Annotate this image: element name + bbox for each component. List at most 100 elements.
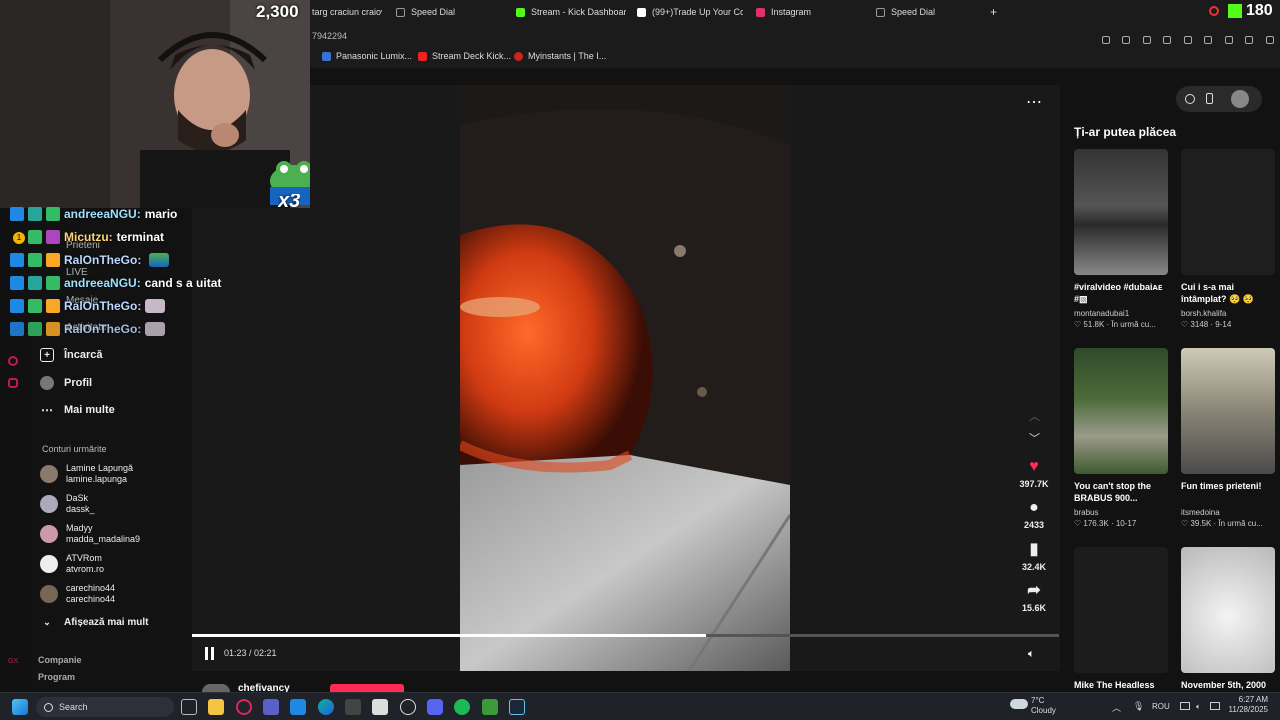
chevron-up-icon[interactable]: ︿	[1112, 701, 1121, 714]
recommended-video[interactable]: November 5th, 2000	[1181, 547, 1275, 691]
browser-tab[interactable]: targ craciun craiov	[312, 0, 382, 24]
recommended-video[interactable]: Fun times prieteni! itsmedoina ♡ 39.5K ·…	[1181, 348, 1275, 528]
badge-icon	[46, 207, 60, 221]
tab-label: Speed Dial	[411, 7, 456, 17]
company-link[interactable]: Companie	[38, 655, 82, 665]
menu-icon[interactable]	[1265, 36, 1274, 44]
followed-account[interactable]: carechino44 carechino44	[40, 583, 115, 605]
edge-icon[interactable]	[318, 699, 334, 715]
bookmark[interactable]: Stream Deck Kick...	[418, 51, 511, 61]
clock-time[interactable]: 6:27 AM	[1228, 695, 1268, 705]
xbox-icon[interactable]	[482, 699, 498, 715]
address-bar[interactable]: 7942294	[312, 31, 347, 41]
weather-temp[interactable]: 7°C	[1031, 696, 1044, 706]
steam-icon[interactable]	[509, 699, 525, 715]
settings-icon[interactable]	[345, 699, 361, 715]
opera-gx-icon[interactable]	[236, 699, 252, 715]
translate-icon[interactable]	[1163, 36, 1172, 44]
outlook-icon[interactable]	[290, 699, 306, 715]
recommended-video[interactable]: Cui i s-a mai întâmplat? 🥺 🥺 borsh.khali…	[1181, 149, 1275, 329]
tab-label: Instagram	[771, 7, 812, 17]
monitor-icon[interactable]	[1180, 702, 1190, 710]
tab-label: (99+)Trade Up Your Cov	[652, 7, 743, 17]
save-button[interactable]: ▮ 32.4K	[1016, 542, 1052, 573]
browser-tab[interactable]: (99+)Trade Up Your Cov	[637, 0, 743, 24]
windows-start-icon[interactable]	[12, 699, 28, 715]
chevron-down-icon[interactable]: ﹀	[1029, 430, 1040, 446]
viewer-count: 2,300	[256, 2, 299, 21]
chat-username: RalOnTheGo:	[64, 299, 142, 313]
task-view-icon[interactable]	[181, 699, 197, 715]
pin-icon[interactable]	[1102, 36, 1110, 44]
browser-tab[interactable]: Speed Dial	[396, 0, 496, 24]
followed-account[interactable]: Madyy madda_madalina9	[40, 523, 140, 545]
more-button[interactable]: ⋯ Mai multe	[40, 403, 115, 417]
show-more-button[interactable]: ⌄ Afișează mai mult	[40, 615, 148, 629]
discord-icon[interactable]	[427, 699, 443, 715]
avatar	[40, 585, 58, 603]
send-icon[interactable]	[1183, 36, 1192, 44]
settings-icon[interactable]	[8, 378, 18, 388]
extensions-icon[interactable]	[1224, 36, 1233, 44]
browser-tab[interactable]: Speed Dial	[876, 0, 976, 24]
like-button[interactable]: ♥ 397.7K	[1016, 459, 1052, 490]
chevron-up-icon[interactable]: ︿	[1029, 408, 1040, 424]
kick-follower-widget: 180	[1228, 2, 1273, 20]
clock-date[interactable]: 11/28/2025	[1222, 705, 1268, 715]
recommended-video[interactable]: #viralvideo #dubaiᴀᴇ #▧ montanadubai1 ♡ …	[1074, 149, 1168, 329]
chat-text: cand s a uitat	[144, 276, 222, 290]
bookmark-label: Panasonic Lumix...	[336, 51, 413, 61]
store-icon[interactable]	[372, 699, 388, 715]
search-icon[interactable]	[1209, 6, 1219, 16]
bookmark[interactable]: Myinstants | The I...	[514, 51, 606, 61]
new-tab-button[interactable]: +	[990, 0, 1002, 24]
coin-icon[interactable]	[1185, 94, 1195, 104]
followed-account[interactable]: DaSk dassk_	[40, 493, 95, 515]
heart-icon[interactable]	[1204, 36, 1213, 44]
obs-icon[interactable]	[400, 699, 416, 715]
more-options-icon[interactable]: ⋯	[1026, 92, 1043, 112]
chat-message: RalOnTheGo:	[10, 299, 166, 313]
author-avatar[interactable]	[202, 684, 230, 692]
download-icon[interactable]	[1245, 36, 1254, 44]
pause-icon	[205, 647, 208, 660]
shield-icon[interactable]	[1142, 36, 1151, 44]
volume-icon[interactable]: 🔈︎	[1028, 648, 1035, 661]
cloud-icon	[1010, 699, 1028, 709]
video-meta: ♡ 3148 · 9-14	[1181, 320, 1232, 329]
program-link[interactable]: Program	[38, 672, 75, 682]
video-thumbnail	[1074, 547, 1168, 673]
microphone-icon[interactable]: 🎙︎	[1133, 701, 1144, 712]
weather-desc[interactable]: Cloudy	[1031, 706, 1056, 716]
profile-link[interactable]: Profil	[40, 376, 92, 390]
browser-tab[interactable]: Instagram	[756, 0, 856, 24]
chat-message: Micutzu: terminat	[10, 230, 164, 244]
author-name[interactable]: chefivancy	[238, 683, 290, 692]
pizza-oven-video-frame	[460, 85, 790, 671]
followed-account[interactable]: Lamine Lapungă lamine.lapunga	[40, 463, 133, 485]
upload-button[interactable]: + Încarcă	[40, 348, 103, 362]
share-button[interactable]: ➦ 15.6K	[1016, 583, 1052, 614]
bookmark[interactable]: Panasonic Lumix...	[322, 51, 412, 61]
pinned-app-icon[interactable]	[8, 356, 18, 366]
taskbar-search[interactable]: Search	[36, 697, 174, 717]
spotify-icon[interactable]	[454, 699, 470, 715]
recommended-video[interactable]: Mike The Headless	[1074, 547, 1168, 691]
recommended-video[interactable]: You can't stop the BRABUS 900... brabus …	[1074, 348, 1168, 528]
comment-button[interactable]: ● 2433	[1016, 500, 1052, 531]
pause-button[interactable]	[205, 647, 217, 660]
video-player[interactable]	[460, 85, 790, 671]
browser-tab[interactable]: Stream - Kick Dashboard	[516, 0, 626, 24]
followed-account[interactable]: ATVRom atvrom.ro	[40, 553, 104, 575]
teams-icon[interactable]	[263, 699, 279, 715]
volume-icon[interactable]: 🔈︎	[1196, 702, 1201, 712]
file-explorer-icon[interactable]	[208, 699, 224, 715]
follow-button[interactable]	[330, 684, 404, 692]
mobile-icon[interactable]	[1206, 93, 1213, 104]
screenshot-icon[interactable]	[1122, 36, 1131, 44]
battery-icon[interactable]	[1210, 702, 1220, 710]
account-handle: dassk_	[66, 504, 95, 514]
video-author: itsmedoina	[1181, 508, 1220, 517]
keyboard-language[interactable]: ROU	[1152, 702, 1170, 711]
avatar[interactable]	[1231, 90, 1249, 108]
